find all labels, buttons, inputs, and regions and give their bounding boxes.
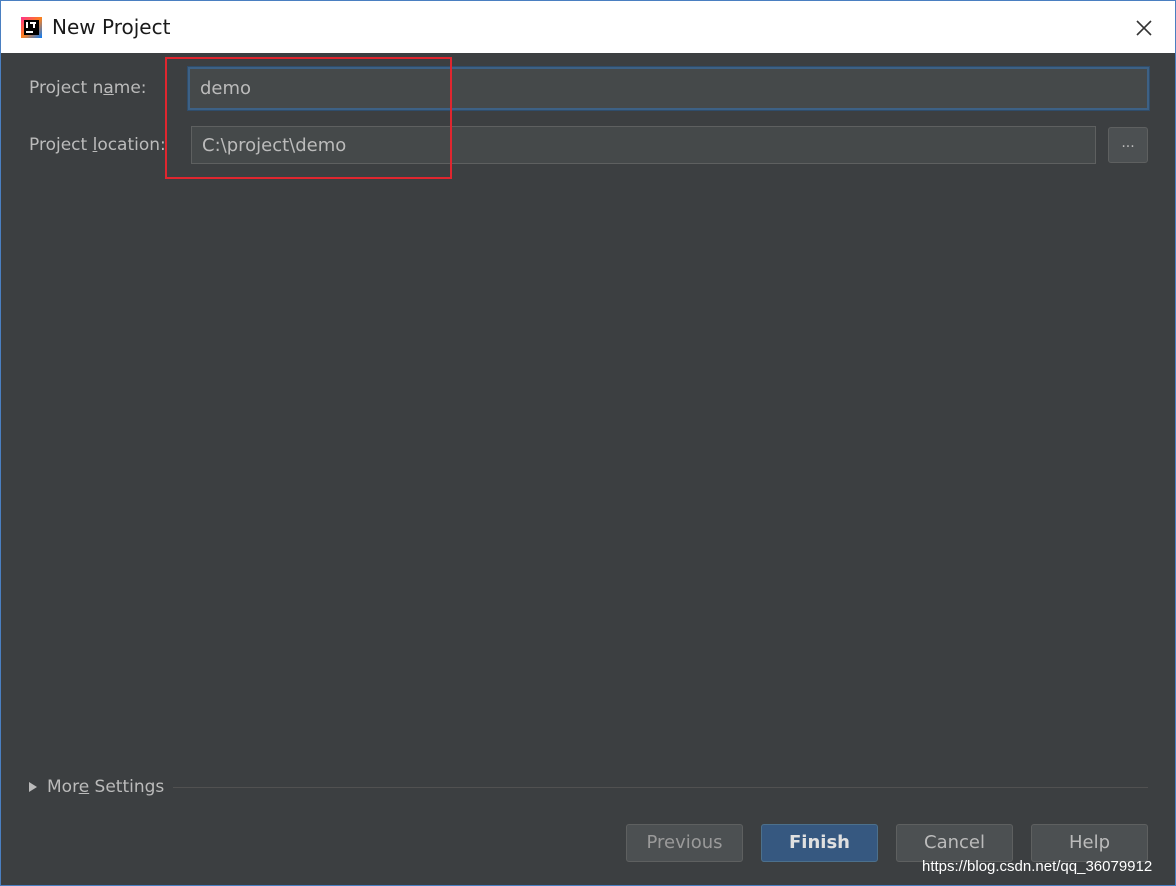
separator [173, 787, 1148, 788]
triangle-right-icon [29, 782, 37, 792]
project-name-label: Project name: [29, 78, 147, 98]
window-title: New Project [52, 15, 171, 39]
previous-button[interactable]: Previous [626, 824, 743, 862]
new-project-dialog: New Project Project name: demo Project l… [0, 0, 1176, 886]
close-icon[interactable] [1127, 11, 1161, 45]
project-location-label: Project location: [29, 135, 166, 155]
project-location-input[interactable]: C:\project\demo [191, 126, 1096, 164]
help-button[interactable]: Help [1031, 824, 1148, 862]
watermark: https://blog.csdn.net/qq_36079912 [922, 858, 1153, 875]
title-bar: New Project [1, 1, 1175, 53]
more-settings-toggle[interactable]: More Settings [29, 775, 164, 799]
cancel-button[interactable]: Cancel [896, 824, 1013, 862]
finish-button[interactable]: Finish [761, 824, 878, 862]
more-settings-label: More Settings [47, 777, 165, 797]
intellij-idea-icon [21, 17, 42, 38]
project-name-input[interactable]: demo [188, 67, 1149, 110]
browse-button[interactable]: ... [1108, 127, 1148, 163]
